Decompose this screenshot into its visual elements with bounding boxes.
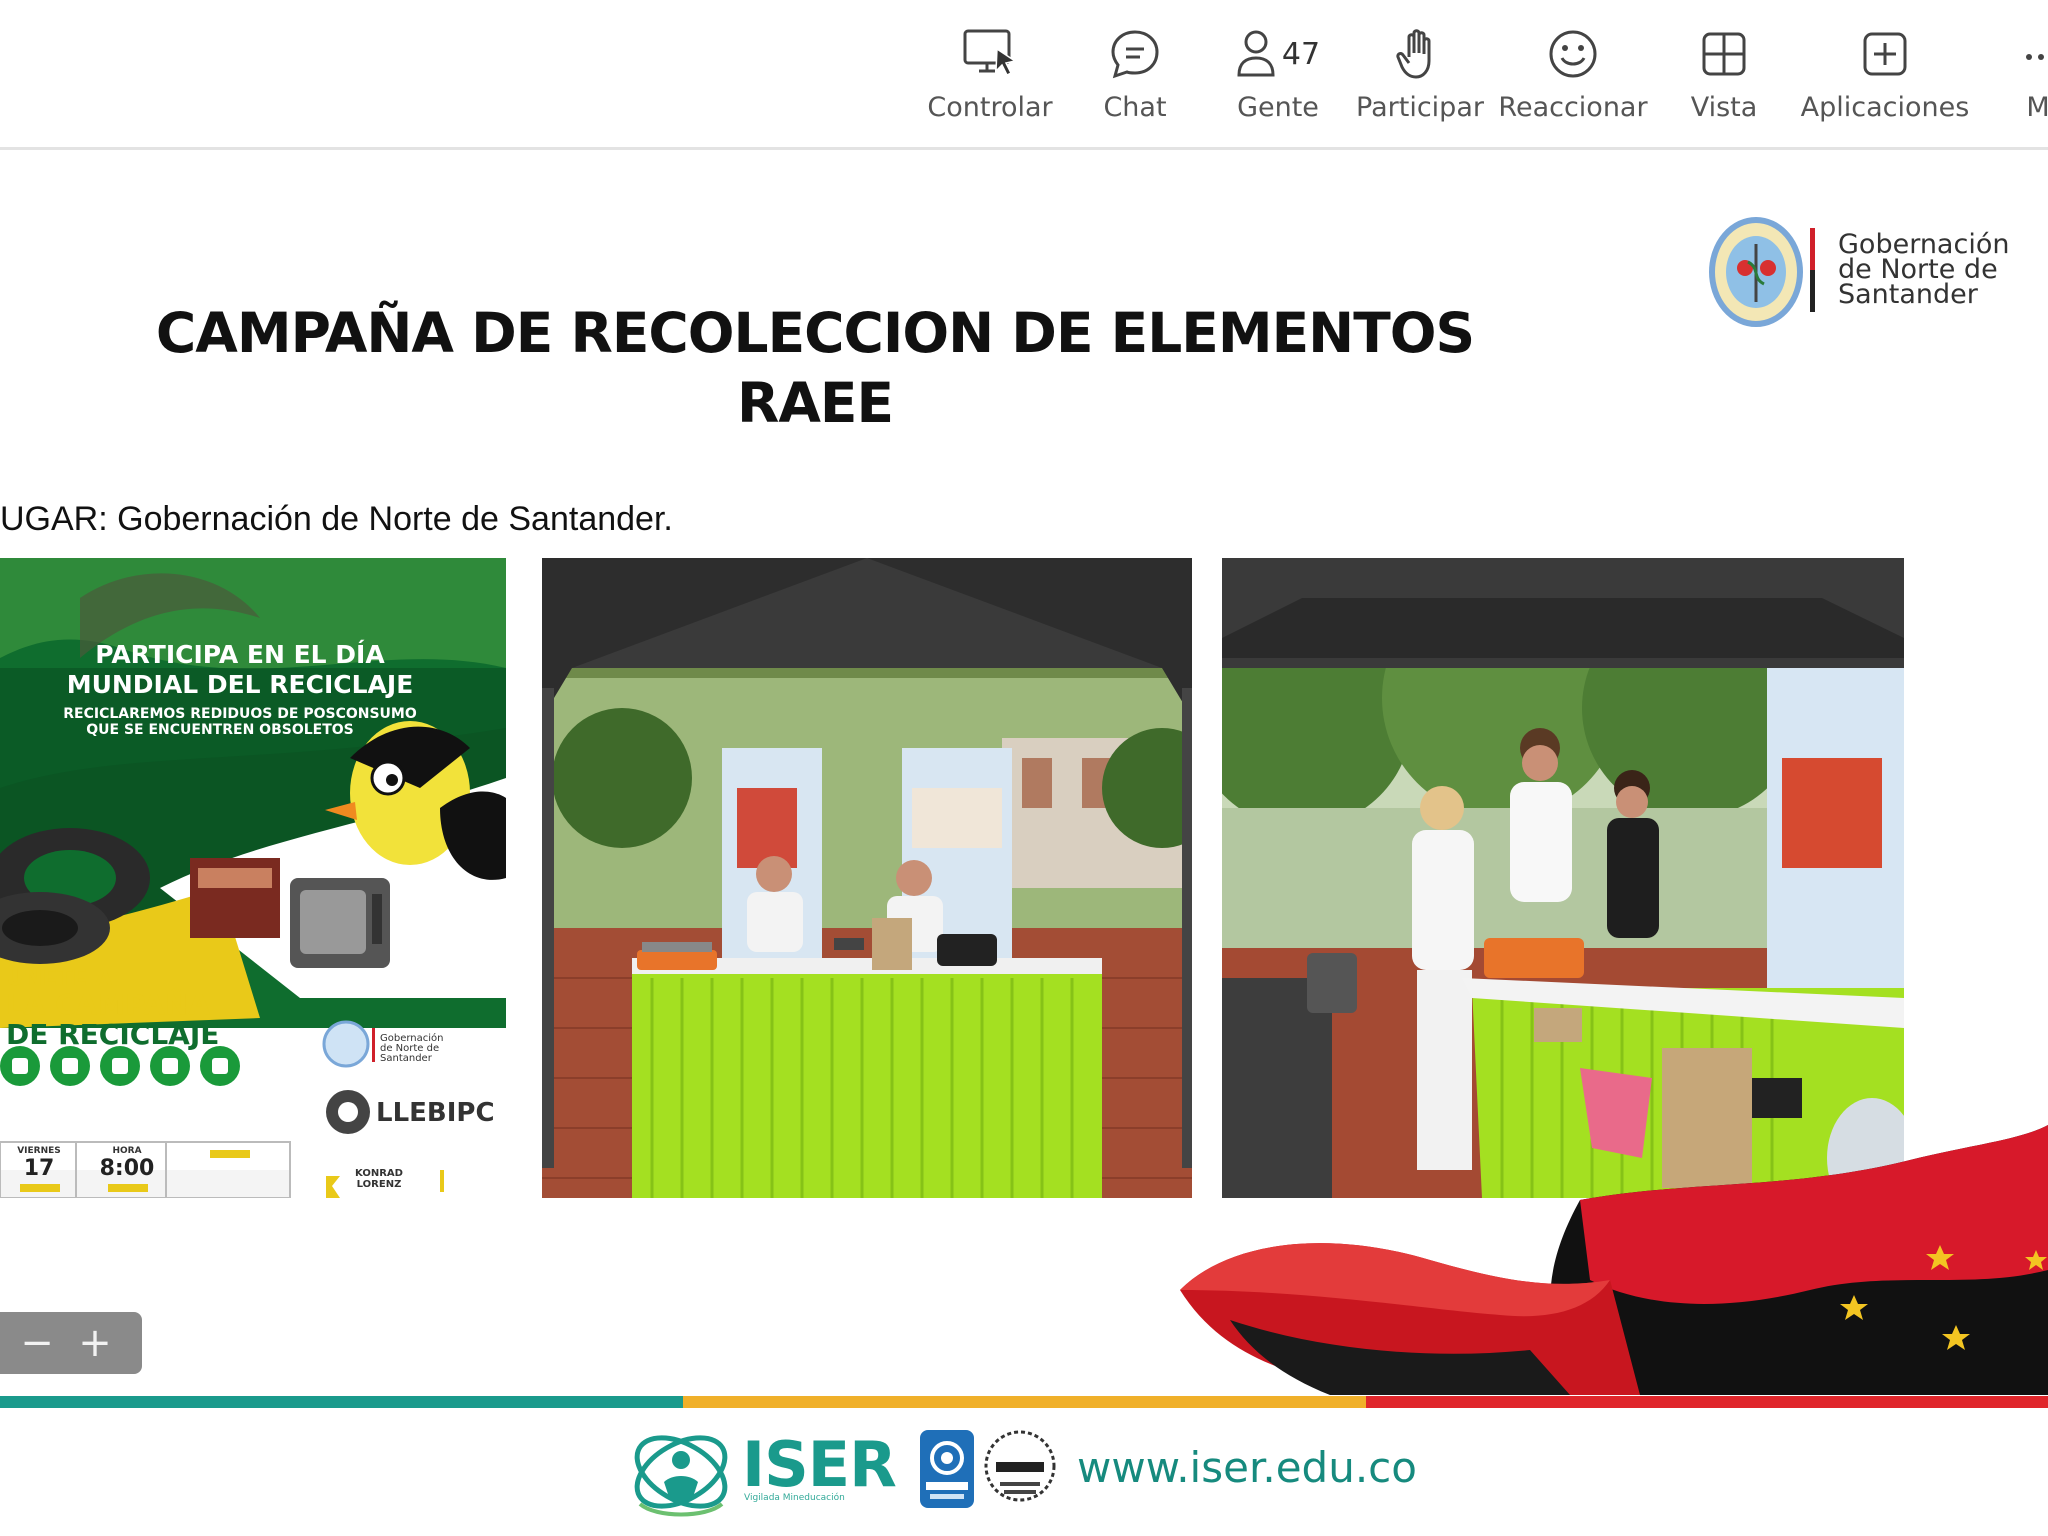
- photo-booth-1-illustration: [542, 558, 1192, 1198]
- icontec-logo: [920, 1430, 974, 1508]
- poster-day-label: VIERNES: [17, 1146, 61, 1156]
- poster-sponsor-llebipc: LLEBIPC: [376, 1098, 495, 1128]
- slide-title-line1: CAMPAÑA DE RECOLECCION DE ELEMENTOS: [155, 301, 1475, 365]
- zoom-in-button[interactable]: +: [78, 1323, 112, 1363]
- people-icon-group: 47: [1236, 22, 1320, 86]
- poster-headline-2: MUNDIAL DEL RECICLAJE: [66, 670, 414, 699]
- poster-sponsor-gobernacion: Gobernación de Norte de Santander: [380, 1034, 444, 1064]
- people-button[interactable]: 47 Gente: [1228, 22, 1328, 132]
- apps-label: Aplicaciones: [1800, 92, 1970, 123]
- view-button[interactable]: Vista: [1684, 22, 1764, 132]
- react-button[interactable]: Reaccionar: [1498, 22, 1648, 132]
- iqnet-logo: [984, 1430, 1056, 1502]
- poster-day: 17: [23, 1156, 55, 1181]
- zoom-control: − +: [0, 1312, 142, 1374]
- participant-count: 47: [1281, 36, 1321, 72]
- chat-bubble-icon: [1108, 22, 1162, 86]
- raise-hand-icon: [1395, 22, 1445, 86]
- react-label: Reaccionar: [1498, 92, 1648, 123]
- event-photo-booth-2: [1222, 558, 1904, 1198]
- recycling-campaign-poster: PARTICIPA EN EL DÍA MUNDIAL DEL RECICLAJ…: [0, 558, 506, 1198]
- website-link[interactable]: www.iser.edu.co: [1077, 1443, 1417, 1492]
- chat-button[interactable]: Chat: [1092, 22, 1178, 132]
- control-label: Controlar: [927, 92, 1053, 123]
- iser-brand-sub: Vigilada Mineducación: [744, 1493, 845, 1503]
- poster-sponsor-gov-line3: Santander: [380, 1053, 432, 1064]
- grid-view-icon: [1699, 22, 1749, 86]
- poster-time-label: HORA: [112, 1146, 142, 1156]
- norte-de-santander-flag-decoration: [1180, 1125, 2048, 1395]
- people-label: Gente: [1237, 92, 1319, 123]
- photo-booth-2-illustration: [1222, 558, 1904, 1198]
- gov-logo-line3: Santander: [1838, 279, 1978, 310]
- iser-brand: ISER: [742, 1428, 897, 1501]
- plus-square-icon: [1860, 22, 1910, 86]
- poster-headline-1: PARTICIPA EN EL DÍA: [95, 640, 385, 669]
- event-photo-booth-1: [542, 558, 1192, 1198]
- raise-hand-label: Participar: [1356, 92, 1484, 123]
- gobernacion-logo-text: Gobernación de Norte de Santander: [1838, 231, 2009, 310]
- zoom-out-button[interactable]: −: [20, 1323, 54, 1363]
- meeting-window: Controlar Chat 47 Gente Participar Reacc…: [0, 0, 2048, 1536]
- poster-cta-3: DE RECICLAJE: [6, 1018, 220, 1051]
- poster-sub-1: RECICLAREMOS REDIDUOS DE POSCONSUMO: [63, 706, 417, 722]
- control-button[interactable]: Controlar: [927, 22, 1053, 132]
- poster-cta-2: LA CAMPAÑA: [6, 988, 211, 1021]
- poster-sponsor-konrad: KONRAD LORENZ: [355, 1168, 403, 1190]
- smiley-icon: [1546, 22, 1600, 86]
- location-text: UGAR: Gobernación de Norte de Santander.: [0, 500, 673, 538]
- more-button[interactable]: M: [2018, 22, 2048, 132]
- apps-button[interactable]: Aplicaciones: [1801, 22, 1969, 132]
- slide-title-line2: RAEE: [736, 371, 894, 435]
- slide-title: CAMPAÑA DE RECOLECCION DE ELEMENTOS RAEE: [150, 298, 1480, 438]
- chat-label: Chat: [1103, 92, 1167, 123]
- more-label: M: [2026, 92, 2048, 123]
- color-stripe: [0, 1396, 2048, 1408]
- people-icon: [1237, 30, 1275, 77]
- screen-share-control-icon: [961, 22, 1019, 86]
- meeting-toolbar: Controlar Chat 47 Gente Participar Reacc…: [0, 0, 2048, 150]
- poster-sub-2: QUE SE ENCUENTREN OBSOLETOS: [86, 722, 354, 738]
- poster-time: 8:00: [99, 1156, 155, 1181]
- slide-footer: [0, 1408, 2048, 1536]
- view-label: Vista: [1690, 92, 1758, 123]
- iser-emblem-icon: [634, 1435, 728, 1517]
- raise-hand-button[interactable]: Participar: [1356, 22, 1484, 132]
- more-dots-icon: [2023, 22, 2048, 86]
